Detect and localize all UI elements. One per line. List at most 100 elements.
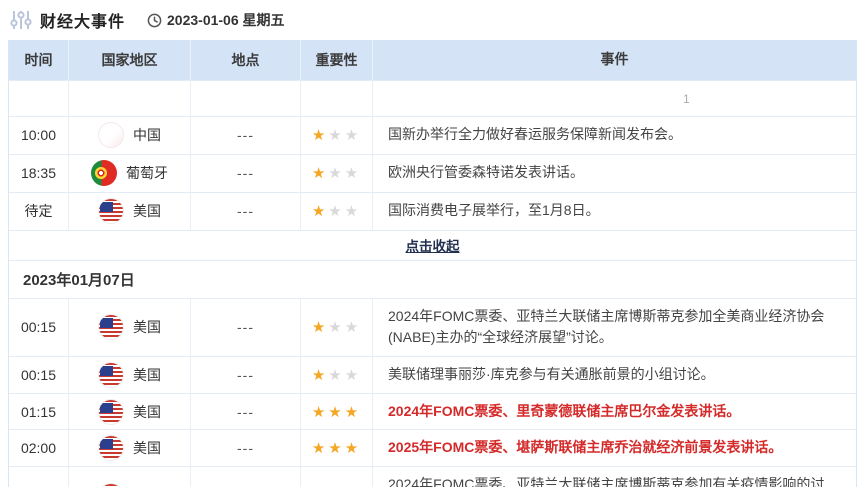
importance-stars: ★★★ [312, 318, 361, 336]
us-flag-icon [98, 314, 124, 341]
star-filled-icon: ★ [328, 403, 345, 421]
event-description: 国际消费电子展举行，至1月8日。 [388, 202, 600, 219]
star-filled-icon: ★ [344, 403, 362, 421]
event-time: 02:00 [9, 430, 69, 467]
cn-faded-flag-icon [98, 122, 124, 149]
event-row: 02:00 美国 --- ★★★ 2025年FOMC票委、堪萨斯联储主席乔治就经… [9, 429, 856, 467]
country-cell: 美国 [98, 482, 161, 487]
importance-stars: ★★★ [312, 202, 361, 220]
event-description: 美联储理事丽莎·库克参与有关通胀前景的小组讨论。 [388, 365, 715, 382]
country-name: 葡萄牙 [126, 165, 168, 182]
country-name: 中国 [133, 127, 161, 144]
country-name: 美国 [133, 403, 161, 420]
importance-stars: ★★★ [312, 403, 361, 421]
star-empty-icon: ★ [344, 203, 362, 221]
event-description: 2024年FOMC票委、亚特兰大联储主席博斯蒂克参加有关疫情影响的讨论。 [388, 476, 825, 487]
event-time: 10:00 [9, 116, 69, 154]
sliders-icon [10, 11, 32, 29]
event-description: 2024年FOMC票委、亚特兰大联储主席博斯蒂克参加全美商业经济协会(NABE)… [388, 307, 825, 346]
clock-icon [147, 13, 162, 27]
column-header-country: 国家地区 [69, 40, 191, 80]
event-location: --- [237, 127, 254, 144]
event-row: 04:30 美国 --- ★★★ 2024年FOMC票委、亚特兰大联储主席博斯蒂… [9, 466, 856, 487]
importance-stars: ★★★ [312, 366, 361, 384]
country-name: 美国 [133, 319, 161, 336]
page-title: 财经大事件 [40, 14, 126, 31]
country-cell: 美国 [98, 361, 161, 388]
us-flag-icon [98, 482, 124, 487]
event-row: 18:35 葡萄牙 --- ★★★ 欧洲央行管委森特诺发表讲话。 [9, 153, 856, 192]
current-date-group: 2023-01-06 星期五 [147, 10, 285, 30]
collapse-link[interactable]: 点击收起 [406, 235, 460, 255]
clipped-text-fragment: 1 [683, 92, 690, 106]
star-empty-icon: ★ [344, 366, 362, 384]
event-location: --- [237, 403, 254, 420]
event-description: 欧洲央行管委森特诺发表讲话。 [388, 164, 584, 181]
star-empty-icon: ★ [344, 127, 362, 145]
event-row: 00:15 美国 --- ★★★ 美联储理事丽莎·库克参与有关通胀前景的小组讨论… [9, 355, 856, 393]
partial-row: 1 [9, 80, 856, 116]
country-cell: 美国 [98, 314, 161, 341]
table-header-row: 时间 国家地区 地点 重要性 事件 [9, 40, 856, 80]
event-time: 18:35 [9, 154, 69, 192]
us-flag-icon [98, 198, 124, 225]
event-description: 国新办举行全力做好春运服务保障新闻发布会。 [388, 126, 682, 143]
financial-events-page: 财经大事件 2023-01-06 星期五 时间 国家地区 地点 重要性 事件 1… [0, 0, 863, 487]
country-cell: 美国 [98, 435, 161, 462]
star-empty-icon: ★ [344, 319, 362, 337]
date-section-row: 2023年01月07日 [9, 259, 856, 298]
country-cell: 美国 [98, 198, 161, 225]
column-header-event: 事件 [600, 51, 629, 68]
star-filled-icon: ★ [311, 165, 329, 183]
star-filled-icon: ★ [311, 127, 329, 145]
star-empty-icon: ★ [328, 127, 345, 145]
column-header-location: 地点 [191, 40, 301, 80]
event-location: --- [237, 366, 254, 383]
event-location: --- [237, 440, 254, 457]
star-filled-icon: ★ [328, 440, 345, 458]
page-header: 财经大事件 2023-01-06 星期五 [0, 0, 863, 40]
us-flag-icon [98, 435, 124, 462]
event-time: 00:15 [9, 298, 69, 356]
star-empty-icon: ★ [344, 165, 362, 183]
star-empty-icon: ★ [328, 366, 345, 384]
star-filled-icon: ★ [344, 440, 362, 458]
event-row: 00:15 美国 --- ★★★ 2024年FOMC票委、亚特兰大联储主席博斯蒂… [9, 297, 856, 356]
star-filled-icon: ★ [311, 440, 329, 458]
star-filled-icon: ★ [311, 366, 329, 384]
event-time: 01:15 [9, 393, 69, 430]
column-header-importance: 重要性 [301, 40, 373, 80]
star-empty-icon: ★ [328, 319, 345, 337]
country-name: 美国 [133, 366, 161, 383]
event-time: 00:15 [9, 356, 69, 393]
us-flag-icon [98, 361, 124, 388]
section-date-label: 2023年01月07日 [23, 271, 135, 289]
importance-stars: ★★★ [312, 126, 361, 144]
events-table: 时间 国家地区 地点 重要性 事件 1 10:00 中国 --- ★★★ 国新办… [8, 40, 857, 487]
importance-stars: ★★★ [312, 439, 361, 457]
table-body: 1 10:00 中国 --- ★★★ 国新办举行全力做好春运服务保障新闻发布会。… [9, 80, 856, 487]
star-filled-icon: ★ [311, 203, 329, 221]
star-filled-icon: ★ [311, 319, 329, 337]
column-header-time: 时间 [9, 40, 69, 80]
collapse-row: 点击收起 [9, 229, 856, 260]
importance-stars: ★★★ [312, 164, 361, 182]
event-row: 待定 美国 --- ★★★ 国际消费电子展举行，至1月8日。 [9, 191, 856, 230]
current-date: 2023-01-06 星期五 [167, 12, 285, 28]
country-name: 美国 [133, 203, 161, 220]
event-description: 2025年FOMC票委、堪萨斯联储主席乔治就经济前景发表讲话。 [388, 439, 783, 456]
pt-flag-icon [91, 160, 117, 187]
event-row: 01:15 美国 --- ★★★ 2024年FOMC票委、里奇蒙德联储主席巴尔金… [9, 392, 856, 430]
star-empty-icon: ★ [328, 165, 345, 183]
event-row: 10:00 中国 --- ★★★ 国新办举行全力做好春运服务保障新闻发布会。 [9, 115, 856, 154]
us-flag-icon [98, 398, 124, 425]
star-filled-icon: ★ [311, 403, 329, 421]
country-cell: 中国 [98, 122, 161, 149]
event-location: --- [237, 165, 254, 182]
event-description: 2024年FOMC票委、里奇蒙德联储主席巴尔金发表讲话。 [388, 402, 741, 419]
country-name: 美国 [133, 440, 161, 457]
country-cell: 葡萄牙 [91, 160, 168, 187]
event-location: --- [237, 203, 254, 220]
event-time: 04:30 [9, 467, 69, 487]
country-cell: 美国 [98, 398, 161, 425]
